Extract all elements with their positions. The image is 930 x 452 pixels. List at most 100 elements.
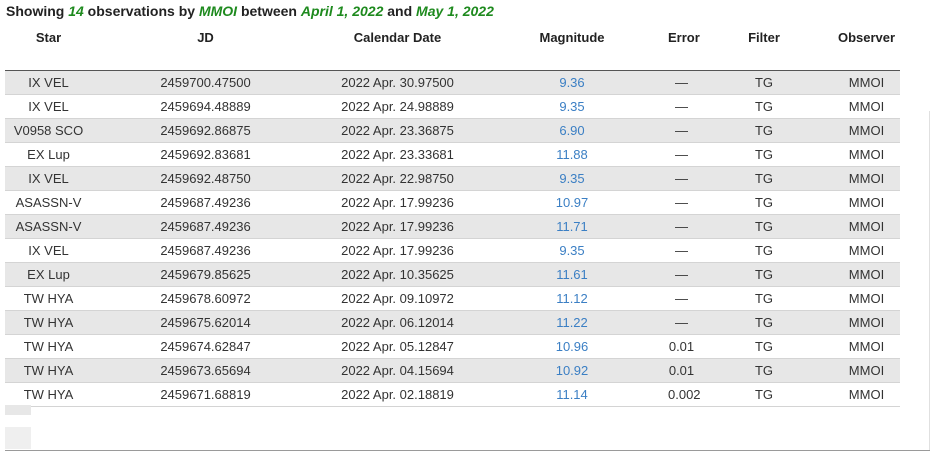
- column-header-observer[interactable]: Observer: [833, 26, 900, 71]
- cell-star: ASASSN-V: [5, 214, 92, 239]
- cell-observer: MMOI: [833, 286, 900, 311]
- cell-magnitude-link[interactable]: 6.90: [476, 118, 668, 143]
- cell-filter: TG: [695, 382, 833, 407]
- cell-error: —: [668, 166, 695, 191]
- cell-jd: 2459692.48750: [92, 166, 319, 191]
- summary-prefix: Showing: [6, 3, 69, 19]
- cell-calendar-date: 2022 Apr. 05.12847: [319, 334, 476, 359]
- column-header-star[interactable]: Star: [5, 26, 92, 71]
- cell-jd: 2459671.68819: [92, 382, 319, 407]
- cell-filter: TG: [695, 238, 833, 263]
- cell-error: —: [668, 190, 695, 215]
- cell-star: V0958 SCO: [5, 118, 92, 143]
- cell-star: TW HYA: [5, 382, 92, 407]
- cell-filter: TG: [695, 334, 833, 359]
- cell-star: TW HYA: [5, 310, 92, 335]
- cell-observer: MMOI: [833, 94, 900, 119]
- cell-observer: MMOI: [833, 310, 900, 335]
- column-header-jd[interactable]: JD: [92, 26, 319, 71]
- cell-filter: TG: [695, 166, 833, 191]
- cell-error: —: [668, 262, 695, 287]
- cell-magnitude-link[interactable]: 9.35: [476, 94, 668, 119]
- cell-error: 0.002: [668, 382, 701, 407]
- cell-magnitude-link[interactable]: 9.36: [476, 70, 668, 95]
- table-row: EX Lup 2459692.83681 2022 Apr. 23.33681 11.…: [5, 142, 900, 167]
- cell-calendar-date: 2022 Apr. 24.98889: [319, 94, 476, 119]
- cell-jd: 2459694.48889: [92, 94, 319, 119]
- cell-jd: 2459687.49236: [92, 238, 319, 263]
- table-header-row: Star JD Calendar Date Magnitude Error Fi…: [5, 26, 900, 71]
- observations-table: Star JD Calendar Date Magnitude Error Fi…: [5, 26, 900, 407]
- cell-error: —: [668, 238, 695, 263]
- cell-jd: 2459692.83681: [92, 142, 319, 167]
- cell-filter: TG: [695, 70, 833, 95]
- table-row: ASASSN-V 2459687.49236 2022 Apr. 17.99236 1…: [5, 214, 900, 239]
- cell-calendar-date: 2022 Apr. 02.18819: [319, 382, 476, 407]
- table-row: IX VEL 2459687.49236 2022 Apr. 17.99236 9.3…: [5, 238, 900, 263]
- cell-calendar-date: 2022 Apr. 17.99236: [319, 190, 476, 215]
- cell-magnitude-link[interactable]: 10.97: [476, 190, 668, 215]
- cell-magnitude-link[interactable]: 11.88: [476, 142, 668, 167]
- summary-text-and: and: [383, 3, 417, 19]
- cell-observer: MMOI: [833, 118, 900, 143]
- cell-observer: MMOI: [833, 70, 900, 95]
- table-row: TW HYA 2459674.62847 2022 Apr. 05.12847 10.…: [5, 334, 900, 359]
- cell-calendar-date: 2022 Apr. 22.98750: [319, 166, 476, 191]
- cell-star: IX VEL: [5, 70, 92, 95]
- cell-observer: MMOI: [833, 190, 900, 215]
- table-bottom-divider: [5, 450, 930, 451]
- cell-error: —: [668, 94, 695, 119]
- table-row: V0958 SCO 2459692.86875 2022 Apr. 23.36875…: [5, 118, 900, 143]
- cell-observer: MMOI: [833, 262, 900, 287]
- cell-star: EX Lup: [5, 262, 92, 287]
- cell-calendar-date: 2022 Apr. 04.15694: [319, 358, 476, 383]
- cell-star: IX VEL: [5, 166, 92, 191]
- cell-error: —: [668, 70, 695, 95]
- cell-star: TW HYA: [5, 286, 92, 311]
- cell-jd: 2459692.86875: [92, 118, 319, 143]
- cell-jd: 2459679.85625: [92, 262, 319, 287]
- row-stub: [5, 405, 31, 415]
- cell-jd: 2459687.49236: [92, 214, 319, 239]
- cell-observer: MMOI: [833, 238, 900, 263]
- cell-star: EX Lup: [5, 142, 92, 167]
- cell-magnitude-link[interactable]: 9.35: [476, 238, 668, 263]
- cell-jd: 2459678.60972: [92, 286, 319, 311]
- cell-observer: MMOI: [833, 358, 900, 383]
- cell-error: 0.01: [668, 334, 695, 359]
- cell-observer: MMOI: [833, 214, 900, 239]
- table-row: TW HYA 2459675.62014 2022 Apr. 06.12014 11.…: [5, 310, 900, 335]
- table-row: IX VEL 2459692.48750 2022 Apr. 22.98750 9.3…: [5, 166, 900, 191]
- cell-error: —: [668, 118, 695, 143]
- table-row: IX VEL 2459700.47500 2022 Apr. 30.97500 9.3…: [5, 70, 900, 95]
- column-header-filter[interactable]: Filter: [695, 26, 833, 71]
- cell-magnitude-link[interactable]: 11.14: [476, 382, 668, 407]
- cell-magnitude-link[interactable]: 11.71: [476, 214, 668, 239]
- cell-calendar-date: 2022 Apr. 23.36875: [319, 118, 476, 143]
- cell-error: —: [668, 286, 695, 311]
- cell-observer: MMOI: [833, 382, 900, 407]
- cell-star: IX VEL: [5, 238, 92, 263]
- cell-magnitude-link[interactable]: 9.35: [476, 166, 668, 191]
- cell-magnitude-link[interactable]: 11.61: [476, 262, 668, 287]
- cell-filter: TG: [695, 262, 833, 287]
- column-header-calendar-date[interactable]: Calendar Date: [319, 26, 476, 71]
- cell-observer: MMOI: [833, 142, 900, 167]
- cell-jd: 2459700.47500: [92, 70, 319, 95]
- cell-error: 0.01: [668, 358, 695, 383]
- column-header-error[interactable]: Error: [668, 26, 700, 71]
- cell-filter: TG: [695, 286, 833, 311]
- start-date: April 1, 2022: [300, 3, 384, 19]
- column-header-magnitude[interactable]: Magnitude: [476, 26, 668, 71]
- cell-magnitude-link[interactable]: 11.12: [476, 286, 668, 311]
- cell-magnitude-link[interactable]: 10.92: [476, 358, 668, 383]
- cell-error: —: [668, 142, 695, 167]
- table-row: EX Lup 2459679.85625 2022 Apr. 10.35625 11.…: [5, 262, 900, 287]
- cell-error: —: [668, 310, 695, 335]
- cell-filter: TG: [695, 142, 833, 167]
- cell-jd: 2459673.65694: [92, 358, 319, 383]
- cell-magnitude-link[interactable]: 11.22: [476, 310, 668, 335]
- cell-magnitude-link[interactable]: 10.96: [476, 334, 668, 359]
- cell-calendar-date: 2022 Apr. 17.99236: [319, 214, 476, 239]
- observation-summary: Showing 14 observations by MMOI between …: [6, 1, 494, 21]
